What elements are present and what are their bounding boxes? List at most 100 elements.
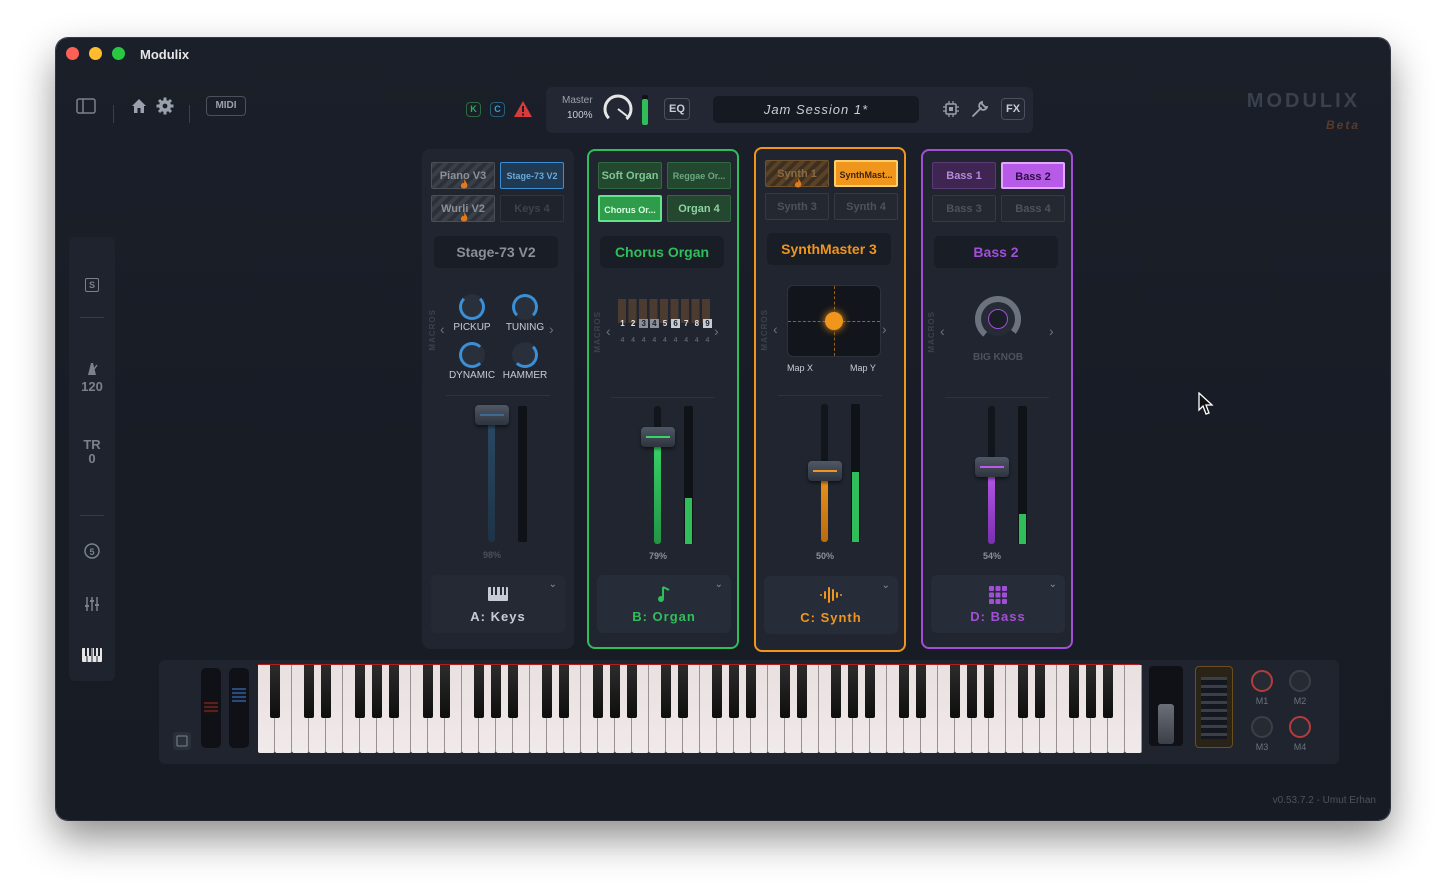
channel-b-selector[interactable]: ⌄ B: Organ [597, 575, 731, 633]
black-key[interactable] [967, 665, 977, 718]
black-key[interactable] [321, 665, 331, 718]
preset-slot-selected[interactable]: Bass 2 [1001, 162, 1065, 189]
pickup-knob[interactable] [459, 294, 485, 320]
minimize-window-button[interactable] [89, 47, 102, 60]
setlist-icon[interactable]: 5 [69, 542, 115, 563]
white-key[interactable] [1125, 665, 1142, 753]
black-key[interactable] [355, 665, 365, 718]
preset-slot-selected[interactable]: Stage-73 V2 [500, 162, 564, 189]
preset-slot[interactable]: Soft Organ [598, 162, 662, 189]
dynamic-knob[interactable] [459, 342, 485, 368]
black-key[interactable] [780, 665, 790, 718]
close-window-button[interactable] [66, 47, 79, 60]
warning-icon[interactable] [513, 100, 533, 123]
black-key[interactable] [1103, 665, 1113, 718]
volume-fader-handle[interactable] [641, 427, 675, 447]
keyboard-options-icon[interactable] [173, 732, 191, 750]
macro-prev-arrow[interactable]: ‹ [773, 321, 778, 337]
volume-fader-handle[interactable] [975, 457, 1009, 477]
macro-knob-m2[interactable] [1289, 670, 1311, 692]
sustain-pedal[interactable] [1195, 666, 1233, 748]
macro-next-arrow[interactable]: › [1049, 323, 1054, 339]
preset-slot-empty[interactable]: Keys 4 [500, 195, 564, 222]
channel-a-selector[interactable]: ⌄ A: Keys [431, 575, 565, 633]
midi-button[interactable]: MIDI [206, 96, 246, 116]
black-key[interactable] [389, 665, 399, 718]
black-key[interactable] [508, 665, 518, 718]
preset-slot-selected[interactable]: Chorus Or... [598, 195, 662, 222]
black-key[interactable] [372, 665, 382, 718]
preset-slot[interactable]: Reggae Or... [667, 162, 731, 189]
preset-slot-empty[interactable]: Synth 3 [765, 193, 829, 220]
mixer-sliders-icon[interactable] [69, 595, 115, 616]
black-key[interactable] [865, 665, 875, 718]
black-key[interactable] [950, 665, 960, 718]
volume-fader-handle[interactable] [475, 405, 509, 425]
expression-slider-handle[interactable] [1158, 704, 1174, 744]
black-key[interactable] [304, 665, 314, 718]
black-key[interactable] [423, 665, 433, 718]
preset-slot[interactable]: Bass 1 [932, 162, 996, 189]
black-key[interactable] [729, 665, 739, 718]
macro-prev-arrow[interactable]: ‹ [606, 323, 611, 339]
black-key[interactable] [916, 665, 926, 718]
sidebar-toggle-icon[interactable] [76, 98, 96, 119]
black-key[interactable] [440, 665, 450, 718]
macro-knob-m1[interactable] [1251, 670, 1273, 692]
pitch-wheel[interactable] [201, 668, 221, 748]
expression-slider[interactable] [1149, 666, 1183, 746]
s-mode-button[interactable]: S [69, 276, 115, 292]
black-key[interactable] [899, 665, 909, 718]
volume-fader-handle[interactable] [808, 461, 842, 481]
macro-knob-m3[interactable] [1251, 716, 1273, 738]
piano-keys-icon[interactable] [69, 647, 115, 666]
zoom-window-button[interactable] [112, 47, 125, 60]
chevron-down-icon[interactable]: ⌄ [882, 580, 890, 591]
black-key[interactable] [627, 665, 637, 718]
hammer-knob[interactable] [512, 342, 538, 368]
black-key[interactable] [593, 665, 603, 718]
mod-wheel[interactable] [229, 668, 249, 748]
cpu-chip-icon[interactable] [942, 100, 960, 123]
black-key[interactable] [678, 665, 688, 718]
black-key[interactable] [712, 665, 722, 718]
black-key[interactable] [746, 665, 756, 718]
black-key[interactable] [831, 665, 841, 718]
preset-slot[interactable]: Organ 4 [667, 195, 731, 222]
channel-d-selector[interactable]: ⌄ D: Bass [931, 575, 1065, 633]
black-key[interactable] [559, 665, 569, 718]
chevron-down-icon[interactable]: ⌄ [549, 579, 557, 590]
preset-slot-empty[interactable]: Bass 4 [1001, 195, 1065, 222]
tuning-knob[interactable] [512, 294, 538, 320]
transpose-value[interactable]: 0 [69, 451, 115, 466]
preset-slot-selected[interactable]: SynthMast... [834, 160, 898, 187]
black-key[interactable] [661, 665, 671, 718]
chevron-down-icon[interactable]: ⌄ [1049, 579, 1057, 590]
macro-prev-arrow[interactable]: ‹ [940, 323, 945, 339]
volume-fader-track[interactable] [488, 406, 495, 542]
xy-pad-cursor[interactable] [825, 312, 843, 330]
macro-next-arrow[interactable]: › [882, 321, 887, 337]
macro-next-arrow[interactable]: › [714, 323, 719, 339]
black-key[interactable] [1035, 665, 1045, 718]
black-key[interactable] [474, 665, 484, 718]
black-key[interactable] [542, 665, 552, 718]
channel-c-selector[interactable]: ⌄ C: Synth [764, 576, 898, 634]
drawbar-group[interactable]: 1 2 3 4 5 6 7 8 9 4 4 4 4 4 4 4 4 4 [618, 299, 712, 345]
black-key[interactable] [491, 665, 501, 718]
preset-slot-empty[interactable]: Synth 4 [834, 193, 898, 220]
black-key[interactable] [984, 665, 994, 718]
black-key[interactable] [1018, 665, 1028, 718]
fx-button[interactable]: FX [1001, 98, 1025, 120]
settings-gear-icon[interactable] [156, 97, 174, 120]
black-key[interactable] [848, 665, 858, 718]
macro-knob-m4[interactable] [1289, 716, 1311, 738]
tempo-value[interactable]: 120 [69, 379, 115, 394]
home-icon[interactable] [130, 97, 148, 120]
black-key[interactable] [270, 665, 280, 718]
big-knob[interactable] [975, 296, 1021, 342]
black-key[interactable] [610, 665, 620, 718]
master-volume-knob[interactable] [602, 93, 634, 130]
session-name[interactable]: Jam Session 1* [713, 96, 919, 123]
black-key[interactable] [1069, 665, 1079, 718]
